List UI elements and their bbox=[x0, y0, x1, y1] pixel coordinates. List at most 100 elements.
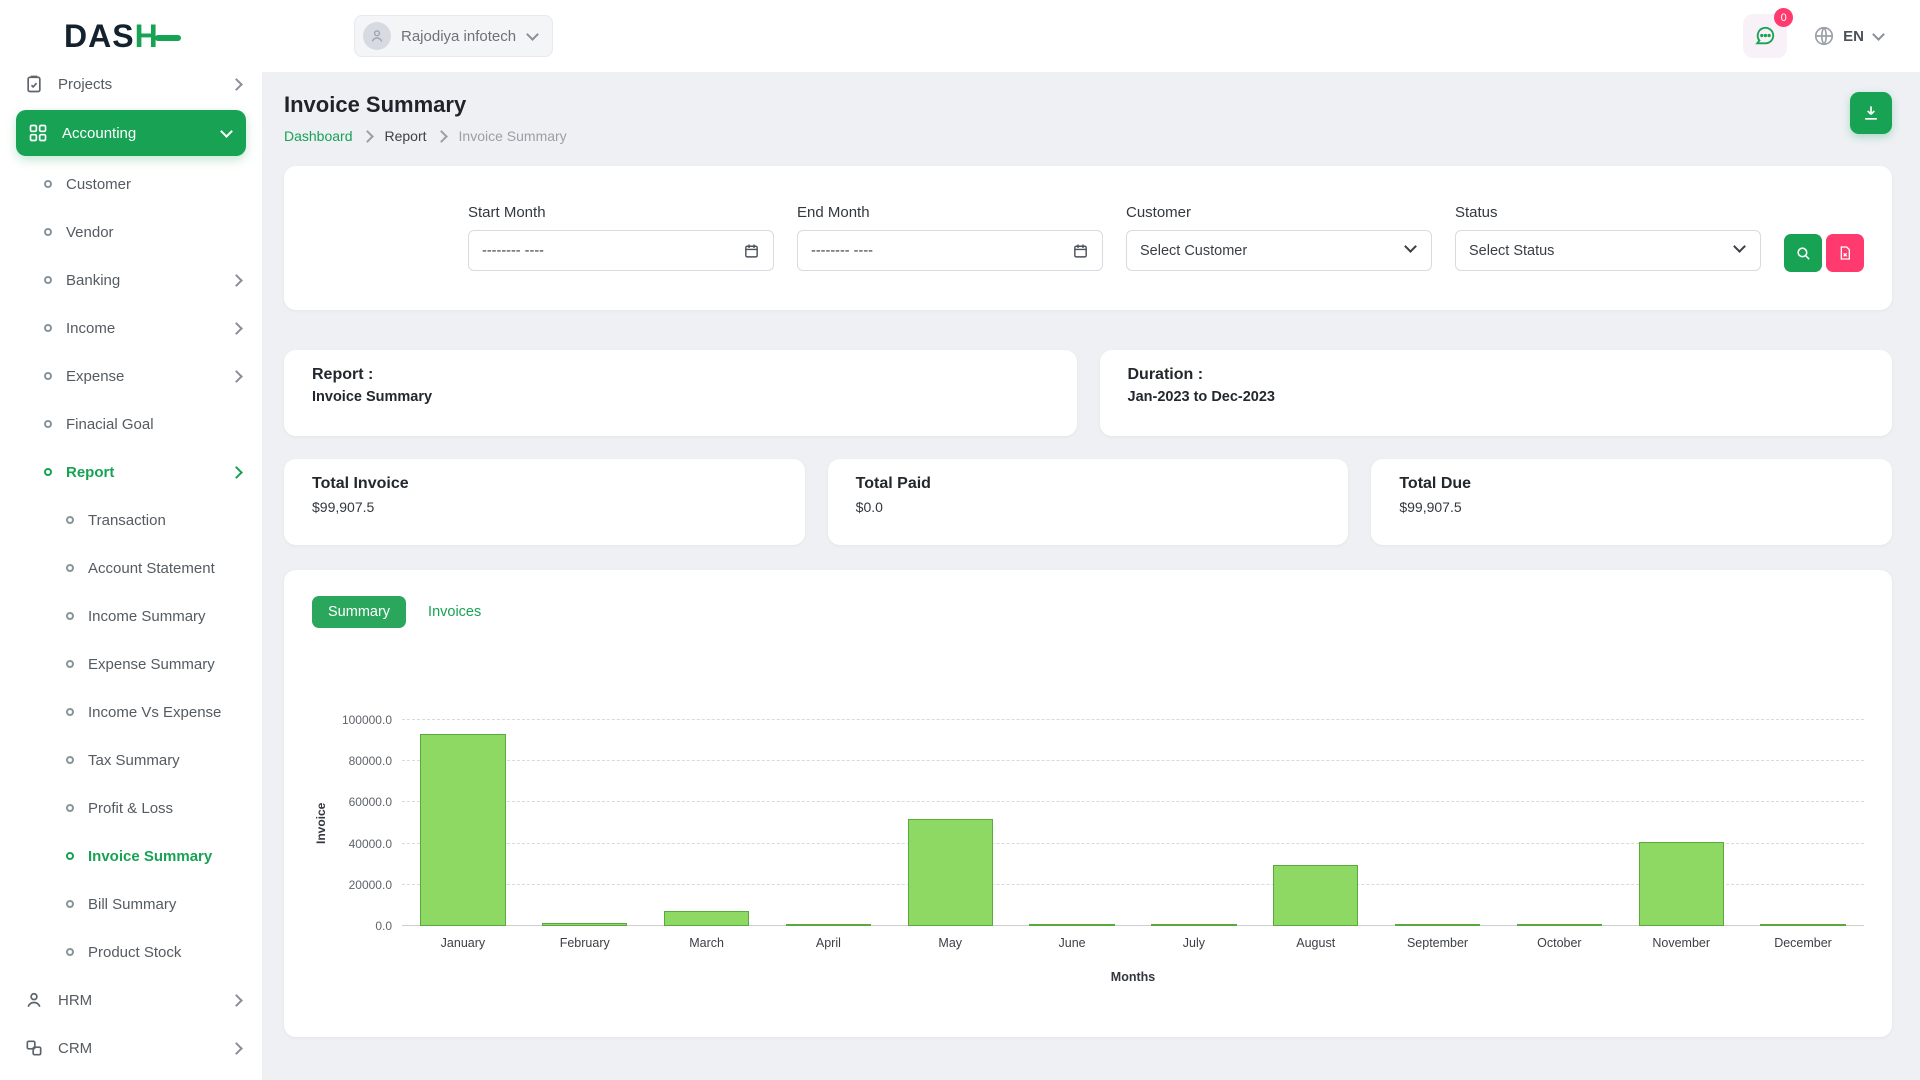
sidebar-item-account-statement[interactable]: Account Statement bbox=[0, 544, 262, 592]
y-tick-label: 40000.0 bbox=[349, 837, 392, 851]
sidebar-item-customer[interactable]: Customer bbox=[0, 160, 262, 208]
x-tick-label: May bbox=[889, 936, 1011, 950]
sidebar-item-label: Report bbox=[66, 464, 218, 481]
sidebar-item-label: Expense Summary bbox=[88, 656, 244, 673]
search-icon bbox=[1795, 245, 1812, 262]
end-month-input[interactable]: -------- ---- bbox=[797, 230, 1103, 271]
chevron-right-icon bbox=[232, 1042, 244, 1054]
bar-slot: September bbox=[1377, 720, 1499, 926]
sidebar-item-bill-summary[interactable]: Bill Summary bbox=[0, 880, 262, 928]
sidebar-item-label: Vendor bbox=[66, 224, 244, 241]
sidebar-item-crm[interactable]: CRM bbox=[0, 1024, 262, 1072]
sidebar-item-income-vs-expense[interactable]: Income Vs Expense bbox=[0, 688, 262, 736]
sidebar-item-hrm[interactable]: HRM bbox=[0, 976, 262, 1024]
chevron-down-icon bbox=[1735, 245, 1747, 257]
main-content: Invoice Summary Dashboard Report Invoice… bbox=[262, 0, 1920, 1037]
sidebar-item-tax-summary[interactable]: Tax Summary bbox=[0, 736, 262, 784]
start-month-input[interactable]: -------- ---- bbox=[468, 230, 774, 271]
customer-select[interactable]: Select Customer bbox=[1126, 230, 1432, 271]
bullet-icon bbox=[44, 324, 52, 332]
chevron-right-icon bbox=[232, 466, 244, 478]
status-select[interactable]: Select Status bbox=[1455, 230, 1761, 271]
sidebar-item-banking[interactable]: Banking bbox=[0, 256, 262, 304]
sidebar-item-label: Finacial Goal bbox=[66, 416, 244, 433]
sidebar-item-invoice-summary[interactable]: Invoice Summary bbox=[0, 832, 262, 880]
search-button[interactable] bbox=[1784, 234, 1822, 272]
bullet-icon bbox=[44, 420, 52, 428]
page-title: Invoice Summary bbox=[284, 92, 567, 118]
messages-button[interactable]: 0 bbox=[1743, 14, 1787, 58]
sidebar-item-label: Income Vs Expense bbox=[88, 704, 244, 721]
sidebar-item-vendor[interactable]: Vendor bbox=[0, 208, 262, 256]
chat-icon bbox=[1754, 25, 1776, 47]
breadcrumb-report[interactable]: Report bbox=[385, 128, 427, 144]
sidebar-item-label: Profit & Loss bbox=[88, 800, 244, 817]
sidebar-item-report[interactable]: Report bbox=[0, 448, 262, 496]
status-select-value: Select Status bbox=[1469, 243, 1735, 259]
download-button[interactable] bbox=[1850, 92, 1892, 134]
bar-march bbox=[664, 911, 749, 926]
reset-file-icon bbox=[1837, 245, 1853, 261]
start-month-label: Start Month bbox=[468, 204, 774, 221]
chart-tabs: Summary Invoices bbox=[312, 596, 1864, 628]
chevron-right-icon bbox=[232, 274, 244, 286]
plot-area: JanuaryFebruaryMarchAprilMayJuneJulyAugu… bbox=[402, 720, 1864, 926]
chevron-right-icon bbox=[232, 370, 244, 382]
bar-october bbox=[1517, 924, 1602, 926]
bullet-icon bbox=[66, 900, 74, 908]
hrm-icon bbox=[24, 990, 44, 1010]
globe-icon bbox=[1813, 25, 1835, 47]
company-selector[interactable]: Rajodiya infotech bbox=[354, 15, 553, 57]
tab-invoices[interactable]: Invoices bbox=[412, 596, 497, 628]
stat-label: Total Invoice bbox=[312, 475, 777, 493]
sidebar-item-income-summary[interactable]: Income Summary bbox=[0, 592, 262, 640]
bullet-icon bbox=[44, 180, 52, 188]
bar-slot: February bbox=[524, 720, 646, 926]
logo-dash-icon bbox=[155, 35, 181, 41]
x-tick-label: February bbox=[524, 936, 646, 950]
bullet-icon bbox=[66, 660, 74, 668]
crm-icon bbox=[24, 1038, 44, 1058]
app-logo: DASH bbox=[64, 18, 264, 55]
x-tick-label: January bbox=[402, 936, 524, 950]
download-icon bbox=[1861, 103, 1881, 123]
bar-june bbox=[1029, 924, 1114, 926]
x-tick-label: June bbox=[1011, 936, 1133, 950]
bar-february bbox=[542, 923, 627, 926]
end-month-label: End Month bbox=[797, 204, 1103, 221]
sidebar-item-product-stock[interactable]: Product Stock bbox=[0, 928, 262, 976]
language-selector[interactable]: EN bbox=[1813, 25, 1884, 47]
messages-badge: 0 bbox=[1774, 8, 1793, 27]
y-axis-title: Invoice bbox=[312, 720, 330, 926]
y-tick-label: 0.0 bbox=[375, 919, 392, 933]
sidebar-item-income[interactable]: Income bbox=[0, 304, 262, 352]
sidebar-item-expense-summary[interactable]: Expense Summary bbox=[0, 640, 262, 688]
sidebar-item-label: Expense bbox=[66, 368, 218, 385]
bar-january bbox=[420, 734, 505, 926]
total-invoice-card: Total Invoice $99,907.5 bbox=[284, 459, 805, 545]
customer-field: Customer Select Customer bbox=[1126, 204, 1432, 271]
chart-card: Summary Invoices Invoice 0.020000.040000… bbox=[284, 570, 1892, 1037]
tab-summary[interactable]: Summary bbox=[312, 596, 406, 628]
sidebar-item-profit-loss[interactable]: Profit & Loss bbox=[0, 784, 262, 832]
grid-icon bbox=[28, 123, 48, 143]
end-month-field: End Month -------- ---- bbox=[797, 204, 1103, 271]
sidebar-item-label: Transaction bbox=[88, 512, 244, 529]
report-card: Report : Invoice Summary bbox=[284, 350, 1077, 436]
sidebar-item-transaction[interactable]: Transaction bbox=[0, 496, 262, 544]
topbar: DASH Rajodiya infotech 0 EN bbox=[0, 0, 1920, 72]
breadcrumb-dashboard[interactable]: Dashboard bbox=[284, 128, 353, 144]
bullet-icon bbox=[44, 468, 52, 476]
chevron-right-icon bbox=[232, 322, 244, 334]
sidebar-item-expense[interactable]: Expense bbox=[0, 352, 262, 400]
bullet-icon bbox=[66, 516, 74, 524]
sidebar-item-projects[interactable]: Projects bbox=[0, 72, 262, 108]
bar-november bbox=[1639, 842, 1724, 926]
sidebar-item-financial-goal[interactable]: Finacial Goal bbox=[0, 400, 262, 448]
sidebar-item-accounting[interactable]: Accounting bbox=[16, 110, 246, 156]
reset-button[interactable] bbox=[1826, 234, 1864, 272]
duration-value: Jan-2023 to Dec-2023 bbox=[1128, 389, 1865, 405]
sidebar-item-label: Income Summary bbox=[88, 608, 244, 625]
y-tick-label: 100000.0 bbox=[342, 713, 392, 727]
customer-label: Customer bbox=[1126, 204, 1432, 221]
